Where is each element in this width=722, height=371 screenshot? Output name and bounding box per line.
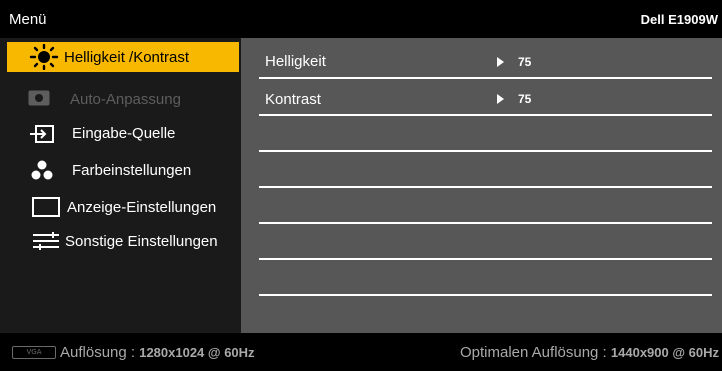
optimal-value: 1440x900 @ 60Hz xyxy=(610,345,719,360)
color-settings-icon xyxy=(31,160,53,184)
row-divider xyxy=(259,294,712,296)
row-divider xyxy=(259,114,712,116)
row-divider xyxy=(259,150,712,152)
optimal-resolution: Optimalen Auflösung : 1440x900 @ 60Hz xyxy=(460,344,719,361)
top-bar: Menü Dell E1909W xyxy=(0,0,722,37)
sidebar-item-label: Eingabe-Quelle xyxy=(72,125,176,142)
model-name: Dell E1909W xyxy=(640,12,718,27)
setting-label: Helligkeit xyxy=(265,53,326,70)
sidebar-item-display-settings[interactable]: Anzeige-Einstellungen xyxy=(0,192,241,222)
sidebar-item-label: Auto-Anpassung xyxy=(70,91,181,108)
row-divider xyxy=(259,258,712,260)
resolution-value: 1280x1024 @ 60Hz xyxy=(139,345,255,360)
optimal-label: Optimalen Auflösung : xyxy=(459,344,611,361)
osd-window: Menü Dell E1909W Helligkeit /Kontrast Au… xyxy=(0,0,722,371)
sidebar-item-label: Sonstige Einstellungen xyxy=(65,233,218,250)
row-divider xyxy=(259,222,712,224)
auto-adjust-icon xyxy=(28,90,50,110)
row-divider xyxy=(259,77,712,79)
settings-panel: Helligkeit 75 Kontrast 75 xyxy=(241,38,722,333)
current-resolution: Auflösung : 1280x1024 @ 60Hz xyxy=(60,344,255,361)
setting-label: Kontrast xyxy=(265,91,321,108)
sidebar: Helligkeit /Kontrast Auto-Anpassung Eing… xyxy=(0,38,241,333)
brightness-icon xyxy=(29,43,59,74)
row-divider xyxy=(259,186,712,188)
setting-value: 75 xyxy=(518,92,532,106)
menu-title: Menü xyxy=(9,11,47,28)
input-source-icon xyxy=(30,125,54,147)
sidebar-item-input-source[interactable]: Eingabe-Quelle xyxy=(0,118,241,148)
arrow-right-icon xyxy=(497,57,504,67)
display-settings-icon xyxy=(32,197,60,221)
vga-connector-icon: VGA xyxy=(12,346,56,359)
sidebar-item-label: Helligkeit /Kontrast xyxy=(64,49,190,66)
sidebar-item-other-settings[interactable]: Sonstige Einstellungen xyxy=(0,226,241,256)
setting-value: 75 xyxy=(518,55,532,69)
sidebar-item-color-settings[interactable]: Farbeinstellungen xyxy=(0,155,241,185)
sidebar-item-brightness-contrast[interactable]: Helligkeit /Kontrast xyxy=(7,42,239,72)
resolution-label: Auflösung : xyxy=(60,344,140,361)
status-bar: VGA Auflösung : 1280x1024 @ 60Hz Optimal… xyxy=(0,334,722,371)
arrow-right-icon xyxy=(497,94,504,104)
other-settings-icon xyxy=(33,232,61,254)
sidebar-item-label: Anzeige-Einstellungen xyxy=(67,199,217,216)
sidebar-item-label: Farbeinstellungen xyxy=(72,162,192,179)
sidebar-item-auto-adjust[interactable]: Auto-Anpassung xyxy=(0,84,241,114)
